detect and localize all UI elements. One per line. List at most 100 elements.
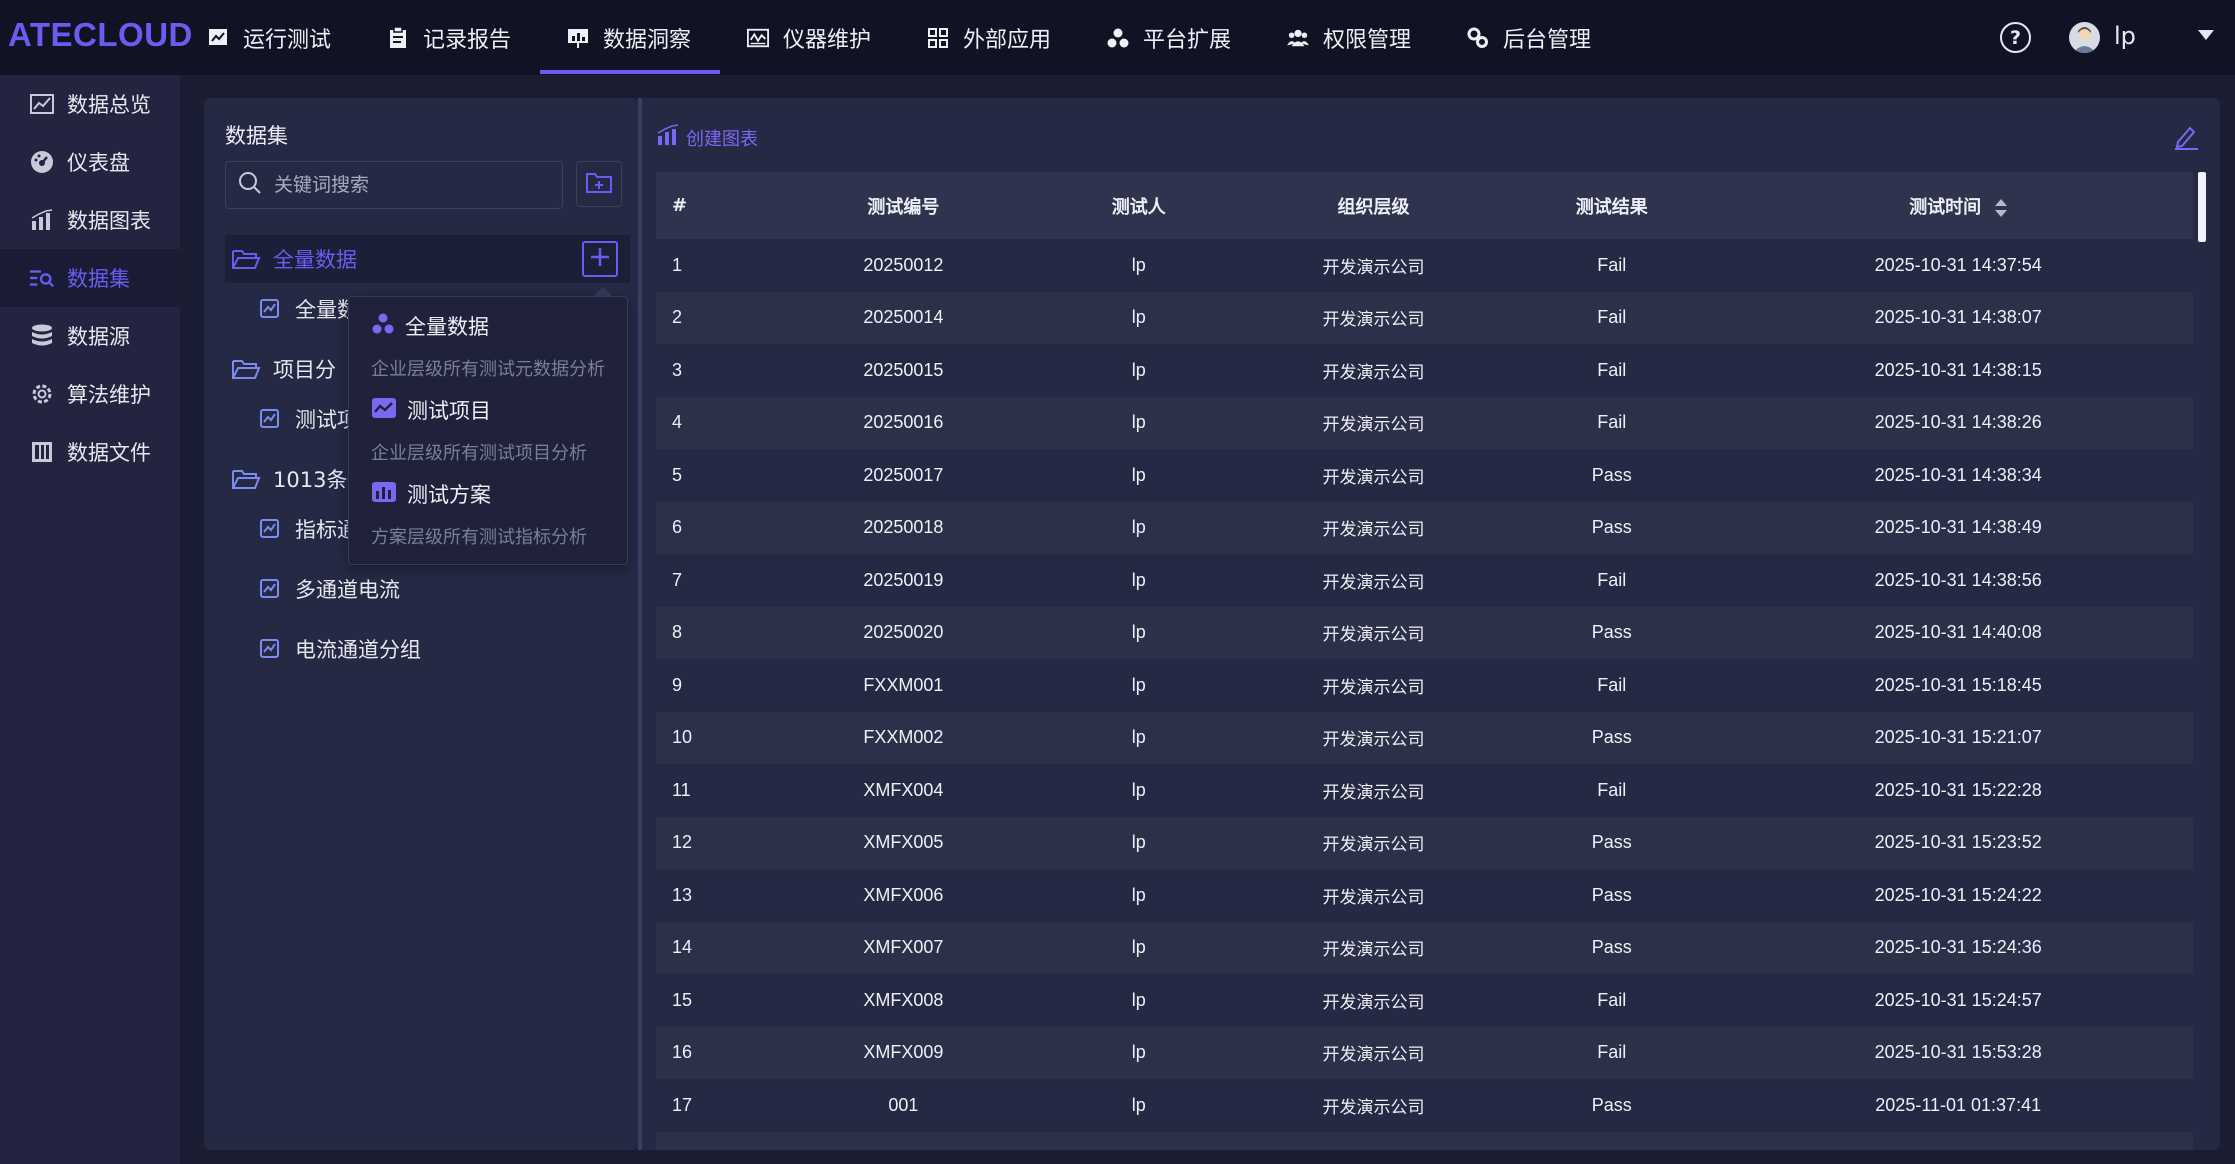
- sidebar-item-data-overview[interactable]: 数据总览: [0, 75, 180, 133]
- new-folder-button[interactable]: [576, 161, 622, 207]
- nav-run-test[interactable]: 运行测试: [207, 0, 331, 75]
- chevron-down-icon[interactable]: [2198, 30, 2214, 40]
- table-row[interactable]: 15 XMFX008 lp 开发演示公司 Fail 2025-10-31 15:24:57: [656, 974, 2193, 1027]
- table-row[interactable]: 10 FXXM002 lp 开发演示公司 Pass 2025-10-31 15:21:07: [656, 711, 2193, 764]
- table-cell: XMFX005: [776, 816, 1031, 869]
- table-row[interactable]: 13 XMFX006 lp 开发演示公司 Pass 2025-10-31 15:24:22: [656, 869, 2193, 922]
- table-cell: Fail: [1500, 396, 1724, 449]
- table-cell: 16: [656, 1026, 777, 1079]
- table-cell: 20250014: [776, 291, 1031, 344]
- table-cell: XMFX007: [776, 921, 1031, 974]
- nav-admin-management[interactable]: 后台管理: [1467, 0, 1591, 75]
- table-cell: 开发演示公司: [1246, 449, 1501, 502]
- menu-item-desc: 企业层级所有测试项目分析: [371, 443, 587, 464]
- table-row[interactable]: 6 20250018 lp 开发演示公司 Pass 2025-10-31 14:38:49: [656, 501, 2193, 554]
- menu-item-test-plan[interactable]: 测试方案: [371, 479, 491, 509]
- table-cell: Pass: [1500, 869, 1724, 922]
- sidebar-item-data-source[interactable]: 数据源: [0, 307, 180, 365]
- table-cell: 2025-10-31 14:38:56: [1723, 554, 2193, 607]
- app-logo[interactable]: ATECLOUD: [8, 16, 193, 54]
- menu-item-all-data[interactable]: 全量数据: [371, 311, 489, 341]
- table-cell: 开发演示公司: [1246, 711, 1501, 764]
- table-cell: 20250015: [776, 344, 1031, 397]
- table-cell: 9: [656, 659, 777, 712]
- nav-record-report[interactable]: 记录报告: [387, 0, 511, 75]
- column-header: 测试结果: [1500, 172, 1724, 239]
- table-row[interactable]: 17 001 lp 开发演示公司 Pass 2025-11-01 01:37:41: [656, 1079, 2193, 1132]
- menu-item-label: 全量数据: [405, 315, 489, 339]
- folder-open-icon: [231, 354, 261, 384]
- sidebar-item-dashboard[interactable]: 仪表盘: [0, 133, 180, 191]
- add-dataset-button[interactable]: [582, 241, 618, 277]
- table-cell: Fail: [1500, 764, 1724, 817]
- tree-item[interactable]: 多通道电流: [225, 565, 630, 613]
- menu-item-test-project[interactable]: 测试项目: [371, 395, 491, 425]
- table-row[interactable]: 8 20250020 lp 开发演示公司 Pass 2025-10-31 14:40:08: [656, 606, 2193, 659]
- table-header-row: # 测试编号 测试人 组织层级 测试结果 测试时间: [656, 172, 2193, 239]
- chart-monitor-icon: [207, 27, 229, 49]
- table-cell: 5: [656, 449, 777, 502]
- table-row[interactable]: 11 XMFX004 lp 开发演示公司 Fail 2025-10-31 15:22:28: [656, 764, 2193, 817]
- table-row[interactable]: 12 XMFX005 lp 开发演示公司 Pass 2025-10-31 15:23:52: [656, 816, 2193, 869]
- table-cell: lp: [1030, 1026, 1247, 1079]
- table-row[interactable]: 7 20250019 lp 开发演示公司 Fail 2025-10-31 14:38:56: [656, 554, 2193, 607]
- table-row[interactable]: 4 20250016 lp 开发演示公司 Fail 2025-10-31 14:38:26: [656, 396, 2193, 449]
- table-cell: 2025-10-31 14:38:15: [1723, 344, 2193, 397]
- folder-add-icon: [585, 170, 613, 198]
- table-cell: 开发演示公司: [1246, 869, 1501, 922]
- chart-item-icon: [255, 574, 285, 604]
- clipboard-icon: [387, 26, 409, 49]
- table-row[interactable]: 16 XMFX009 lp 开发演示公司 Fail 2025-10-31 15:53:28: [656, 1026, 2193, 1079]
- table-cell: 3: [656, 344, 777, 397]
- table-row[interactable]: [656, 1131, 2193, 1150]
- presentation-chart-icon: [567, 27, 589, 49]
- table-cell: 2025-10-31 14:38:34: [1723, 449, 2193, 502]
- nav-external-apps[interactable]: 外部应用: [927, 0, 1051, 75]
- table-cell: 开发演示公司: [1246, 396, 1501, 449]
- table-cell: 15: [656, 974, 777, 1027]
- user-name[interactable]: lp: [2114, 22, 2136, 50]
- table-cell: 开发演示公司: [1246, 974, 1501, 1027]
- sidebar-item-data-charts[interactable]: 数据图表: [0, 191, 180, 249]
- sidebar-divider: [180, 75, 188, 1164]
- help-icon[interactable]: ?: [2000, 22, 2031, 53]
- sort-icon[interactable]: [1995, 198, 2008, 217]
- table-row[interactable]: 1 20250012 lp 开发演示公司 Fail 2025-10-31 14:37:54: [656, 239, 2193, 292]
- tree-item[interactable]: 电流通道分组: [225, 625, 630, 673]
- nav-data-insight[interactable]: 数据洞察: [567, 0, 691, 75]
- table-cell: 开发演示公司: [1246, 1026, 1501, 1079]
- table-cell: 20250017: [776, 449, 1031, 502]
- tree-folder-all-data[interactable]: 全量数据: [225, 235, 630, 283]
- nav-label: 运行测试: [243, 27, 332, 53]
- nav-platform-extension[interactable]: 平台扩展: [1107, 0, 1231, 75]
- column-header-test-time[interactable]: 测试时间: [1723, 172, 2193, 239]
- table-scrollbar[interactable]: [2198, 172, 2206, 242]
- table-cell: lp: [1030, 764, 1247, 817]
- edit-icon[interactable]: [2172, 122, 2200, 154]
- table-row[interactable]: 14 XMFX007 lp 开发演示公司 Pass 2025-10-31 15:24:36: [656, 921, 2193, 974]
- nav-label: 后台管理: [1503, 27, 1592, 53]
- nav-label: 外部应用: [963, 27, 1052, 53]
- table-row[interactable]: 3 20250015 lp 开发演示公司 Fail 2025-10-31 14:38:15: [656, 344, 2193, 397]
- table-cell: 开发演示公司: [1246, 239, 1501, 292]
- nav-instrument-maintenance[interactable]: 仪器维护: [747, 0, 871, 75]
- sidebar-item-label: 仪表盘: [67, 151, 130, 175]
- sidebar-item-data-files[interactable]: 数据文件: [0, 423, 180, 481]
- create-chart-button[interactable]: 创建图表: [656, 124, 758, 151]
- table-cell: 开发演示公司: [1246, 921, 1501, 974]
- line-chart-icon: [371, 397, 397, 424]
- table-cell: Fail: [1500, 291, 1724, 344]
- top-nav-bar: ATECLOUD 运行测试 记录报告 数据洞察 仪器维护 外部应用 平台扩展 权…: [0, 0, 2235, 75]
- table-row[interactable]: 9 FXXM001 lp 开发演示公司 Fail 2025-10-31 15:18:45: [656, 659, 2193, 712]
- sidebar-item-algorithm-maintenance[interactable]: 算法维护: [0, 365, 180, 423]
- table-cell: Fail: [1500, 974, 1724, 1027]
- table-row[interactable]: 5 20250017 lp 开发演示公司 Pass 2025-10-31 14:38:34: [656, 449, 2193, 502]
- avatar[interactable]: [2069, 22, 2100, 53]
- table-cell: 开发演示公司: [1246, 816, 1501, 869]
- search-input[interactable]: [274, 174, 544, 196]
- table-row[interactable]: 2 20250014 lp 开发演示公司 Fail 2025-10-31 14:38:07: [656, 291, 2193, 344]
- table-cell: lp: [1030, 449, 1247, 502]
- nav-permission-management[interactable]: 权限管理: [1287, 0, 1411, 75]
- sidebar-item-datasets[interactable]: 数据集: [0, 249, 180, 307]
- table-cell: 开发演示公司: [1246, 344, 1501, 397]
